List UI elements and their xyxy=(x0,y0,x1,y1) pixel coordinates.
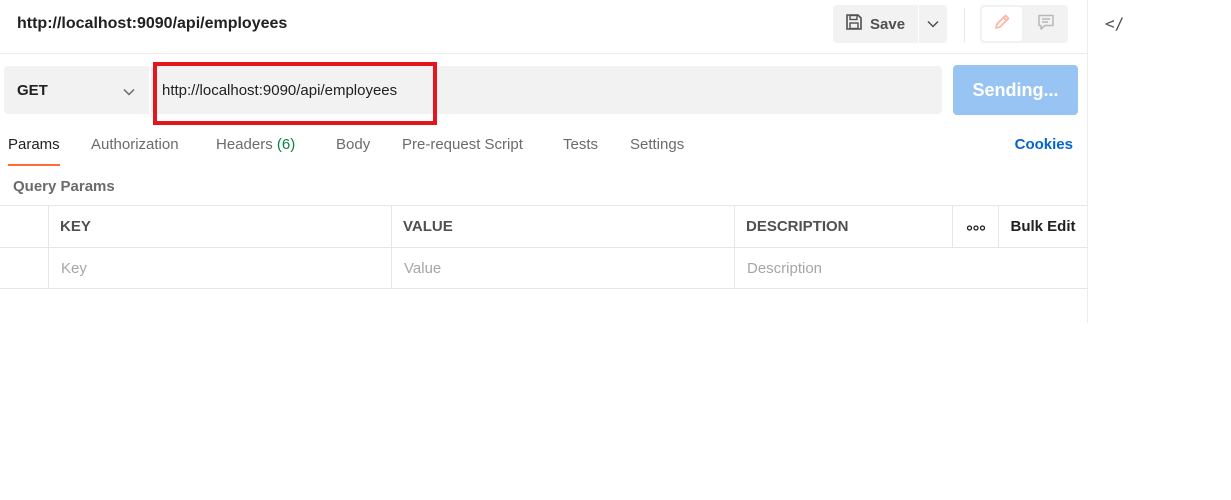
key-column-header: KEY xyxy=(48,206,391,247)
url-input[interactable]: http://localhost:9090/api/employees xyxy=(151,66,942,114)
toolbar-divider xyxy=(964,8,965,42)
row-checkbox-cell xyxy=(0,248,48,288)
bulk-edit-button[interactable]: Bulk Edit xyxy=(998,206,1087,247)
send-button[interactable]: Sending... xyxy=(953,65,1078,115)
key-input[interactable]: Key xyxy=(48,248,391,288)
pencil-icon xyxy=(992,12,1012,37)
save-icon xyxy=(845,13,863,36)
request-header: http://localhost:9090/api/employees Save xyxy=(0,0,1087,54)
chevron-down-icon xyxy=(123,83,135,101)
comments-button[interactable] xyxy=(1026,7,1066,41)
tab-headers[interactable]: Headers (6) xyxy=(216,136,295,166)
tab-authorization[interactable]: Authorization xyxy=(91,136,179,166)
cookies-link[interactable]: Cookies xyxy=(1015,136,1073,153)
save-options-button[interactable] xyxy=(919,5,947,43)
query-params-heading: Query Params xyxy=(13,178,115,195)
request-tabs: Params Authorization Headers (6) Body Pr… xyxy=(0,128,1087,166)
description-input[interactable]: Description xyxy=(734,248,1087,288)
value-input[interactable]: Value xyxy=(391,248,734,288)
headers-count-badge: (6) xyxy=(276,136,296,153)
description-column-header: DESCRIPTION xyxy=(734,206,952,247)
more-options-button[interactable] xyxy=(952,206,998,247)
tab-tests[interactable]: Tests xyxy=(563,136,598,166)
view-mode-toggle xyxy=(980,5,1068,43)
chevron-down-icon xyxy=(927,15,939,33)
right-panel-divider xyxy=(1087,0,1088,323)
query-params-table: KEY VALUE DESCRIPTION Bulk Edit Key Valu… xyxy=(0,205,1087,289)
tab-params[interactable]: Params xyxy=(8,136,60,166)
table-header-row: KEY VALUE DESCRIPTION Bulk Edit xyxy=(0,205,1087,247)
method-label: GET xyxy=(17,81,48,99)
tab-pre-request-script[interactable]: Pre-request Script xyxy=(402,136,523,166)
checkbox-column-header xyxy=(0,206,48,247)
edit-mode-button[interactable] xyxy=(982,7,1022,41)
save-label: Save xyxy=(870,15,906,33)
code-icon[interactable]: </ xyxy=(1105,14,1124,33)
save-button[interactable]: Save xyxy=(833,5,918,43)
tab-headers-label: Headers xyxy=(216,136,273,153)
request-title[interactable]: http://localhost:9090/api/employees xyxy=(17,15,287,33)
tab-settings[interactable]: Settings xyxy=(630,136,684,166)
method-select[interactable]: GET xyxy=(4,66,149,114)
tab-body[interactable]: Body xyxy=(336,136,370,166)
comment-icon xyxy=(1036,12,1056,37)
table-row: Key Value Description xyxy=(0,247,1087,289)
more-options-icon xyxy=(966,218,986,235)
value-column-header: VALUE xyxy=(391,206,734,247)
